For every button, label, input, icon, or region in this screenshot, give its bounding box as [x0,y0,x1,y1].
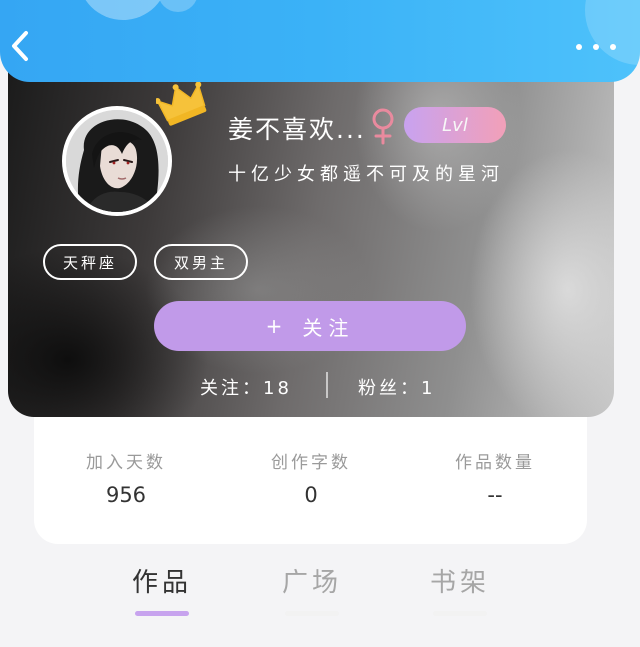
more-dot [610,44,616,50]
tab-bookshelf[interactable]: 书架 [415,562,505,616]
tab-active-indicator [135,611,189,616]
female-symbol-icon [372,108,394,145]
tab-label: 书架 [429,568,490,598]
following-label: 关注： [200,378,263,399]
tab-indicator [433,611,487,616]
more-options-button[interactable] [576,38,616,56]
profile-card: 姜不喜欢... Lvl 十亿少女都遥不可及的星河 天秤座 双男主 + 关注 关注… [8,60,614,417]
fans-count-link[interactable]: 粉丝：1 [358,374,435,400]
stat-label: 创作字数 [271,453,351,473]
following-count: 18 [263,378,292,399]
stat-word-count: 创作字数 0 [241,448,381,507]
crown-icon [156,81,207,126]
stat-value: 0 [304,483,318,507]
fans-count: 1 [421,378,436,399]
tab-works[interactable]: 作品 [117,562,207,616]
tab-square[interactable]: 广场 [267,562,357,616]
follow-button[interactable]: + 关注 [154,301,466,351]
stat-works-count: 作品数量 -- [425,448,565,507]
more-dot [593,44,599,50]
stat-label: 加入天数 [86,453,166,473]
decorative-bubble [158,0,198,12]
profile-tag-zodiac[interactable]: 天秤座 [43,244,137,280]
top-header-bar [0,0,640,82]
chevron-left-icon [12,31,28,61]
decorative-bubble [78,0,168,20]
following-count-link[interactable]: 关注：18 [200,374,292,400]
tab-label: 广场 [281,568,342,598]
back-button[interactable] [6,28,34,64]
level-badge: Lvl [404,107,506,143]
plus-icon: + [265,314,289,338]
profile-tag-genre[interactable]: 双男主 [154,244,248,280]
content-tabs: 作品 广场 书架 [0,556,640,626]
stat-label: 作品数量 [455,453,535,473]
tab-label: 作品 [131,568,192,598]
stat-value: 956 [105,483,147,507]
fans-label: 粉丝： [358,378,421,399]
avatar-image [66,110,168,212]
stat-value: -- [487,483,503,507]
stats-card: 加入天数 956 创作字数 0 作品数量 -- [34,412,587,544]
follow-button-label: 关注 [302,315,355,340]
username: 姜不喜欢... [228,115,366,144]
follow-stats: 关注：18 粉丝：1 [8,368,614,404]
more-dot [576,44,582,50]
stats-divider [326,372,328,398]
stat-join-days: 加入天数 956 [56,448,196,507]
profile-signature: 十亿少女都遥不可及的星河 [228,164,504,185]
tab-indicator [285,611,339,616]
